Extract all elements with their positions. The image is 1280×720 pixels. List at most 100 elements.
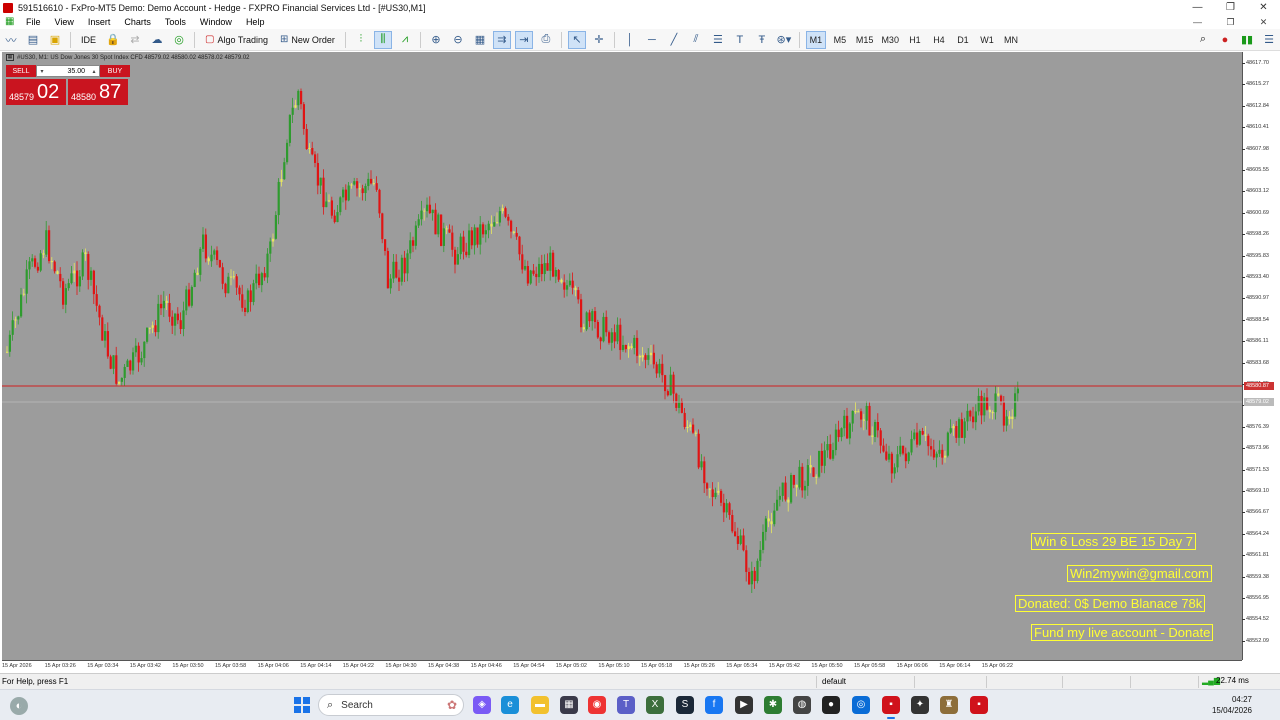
candle-body <box>986 397 989 410</box>
ide-button[interactable]: IDE <box>77 31 100 49</box>
vertical-line-icon[interactable]: │ <box>621 31 639 49</box>
volume-value[interactable]: 35.00 <box>47 68 89 75</box>
candlestick-plot[interactable] <box>2 52 1242 660</box>
price-tick-label: 48576.39 <box>1242 424 1280 431</box>
browser-app-icon[interactable]: ◎ <box>852 696 870 714</box>
timeframe-w1[interactable]: W1 <box>977 31 997 49</box>
donated-note[interactable]: Donated: 0$ Demo Blanace 78k <box>1015 595 1206 612</box>
notifications-icon[interactable]: ● <box>1216 31 1234 49</box>
chart-menu-icon[interactable]: ▦ <box>5 17 15 27</box>
volume-up-icon[interactable]: ▴ <box>89 68 99 75</box>
close-button[interactable]: ✕ <box>1247 2 1280 13</box>
camera-app-icon[interactable]: ◍ <box>793 696 811 714</box>
buy-button[interactable]: BUY <box>100 65 130 77</box>
grid-icon[interactable]: ▦ <box>471 31 489 49</box>
file-explorer-icon[interactable]: ▬ <box>531 696 549 714</box>
equidistant-channel-icon[interactable]: ⫽ <box>687 31 705 49</box>
menu-insert[interactable]: Insert <box>81 17 118 27</box>
shapes-menu-icon[interactable]: ⊛▾ <box>775 31 793 49</box>
menu-file[interactable]: File <box>19 17 48 27</box>
media-app-icon[interactable]: ▶ <box>735 696 753 714</box>
fund-account-note[interactable]: Fund my live account - Donate <box>1031 624 1214 641</box>
chart-restore-button[interactable]: ❐ <box>1214 17 1247 28</box>
menu-help[interactable]: Help <box>239 17 272 27</box>
volume-input[interactable]: ▾ 35.00 ▴ <box>36 65 100 77</box>
line-chart-icon[interactable]: ⩘ <box>396 31 414 49</box>
teams-icon[interactable]: T <box>617 696 635 714</box>
menu-window[interactable]: Window <box>193 17 239 27</box>
menu-tools[interactable]: Tools <box>158 17 193 27</box>
time-scale[interactable]: 15 Apr 2026 15 Apr 03:26 15 Apr 03:34 15 Ap… <box>2 660 1242 673</box>
algo-trading-button[interactable]: ▢ Algo Trading <box>201 31 272 49</box>
excel-icon[interactable]: X <box>646 696 664 714</box>
copilot-icon[interactable]: ◈ <box>473 696 491 714</box>
sell-price-box[interactable]: 48579 02 <box>6 79 66 105</box>
volume-down-icon[interactable]: ▾ <box>37 68 47 75</box>
store-icon[interactable]: ▦ <box>560 696 578 714</box>
chart-type-icon[interactable]: 〰 <box>2 31 20 49</box>
minimize-button[interactable]: — <box>1181 2 1214 13</box>
screenshot-icon[interactable]: ⎙ <box>537 31 555 49</box>
signal-strength-icon[interactable]: ▮▮ <box>1238 31 1256 49</box>
fxpro-app-icon[interactable]: ▪ <box>970 696 988 714</box>
email-note[interactable]: Win2mywin@gmail.com <box>1067 565 1212 582</box>
zoom-out-icon[interactable]: ⊖ <box>449 31 467 49</box>
timeframe-m30[interactable]: M30 <box>879 31 901 49</box>
trend-line-icon[interactable]: ╱ <box>665 31 683 49</box>
sell-button[interactable]: SELL <box>6 65 36 77</box>
auto-scroll-icon[interactable]: ⇉ <box>492 30 511 49</box>
stats-note[interactable]: Win 6 Loss 29 BE 15 Day 7 <box>1031 533 1196 550</box>
price-scale[interactable]: 48617.70 48615.27 48612.84 48610.41 48607.98… <box>1242 52 1280 660</box>
spider-app-icon[interactable]: ✱ <box>764 696 782 714</box>
fibonacci-icon[interactable]: ☰ <box>709 31 727 49</box>
bar-chart-icon[interactable]: ⫶ <box>352 31 370 49</box>
menu-view[interactable]: View <box>48 17 81 27</box>
mt5-taskbar-icon[interactable]: ▪ <box>882 696 900 719</box>
candlestick-chart-icon[interactable]: ⫼ <box>373 30 392 49</box>
timeframe-m5[interactable]: M5 <box>830 31 850 49</box>
edge-icon[interactable]: e <box>501 696 519 714</box>
connection-status[interactable]: ▂▄▆ 22.74 ms <box>1202 676 1249 685</box>
cursor-icon[interactable]: ↖ <box>567 30 586 49</box>
zoom-in-icon[interactable]: ⊕ <box>427 31 445 49</box>
timeframe-h4[interactable]: H4 <box>929 31 949 49</box>
start-button[interactable] <box>294 697 310 713</box>
chart-window-icon[interactable]: ▦ <box>6 54 14 61</box>
buy-price-box[interactable]: 48580 87 <box>68 79 128 105</box>
game-app-icon[interactable]: ♜ <box>940 696 958 714</box>
chart-close-button[interactable]: ✕ <box>1247 17 1280 28</box>
new-order-button[interactable]: ⊞ New Order <box>276 31 339 49</box>
cloud-icon[interactable]: ☁ <box>148 31 166 49</box>
search-icon[interactable]: ⌕ <box>1194 31 1212 49</box>
weather-widget-icon[interactable]: ◐ <box>10 697 28 715</box>
templates-icon[interactable]: ▤ <box>24 31 42 49</box>
chart-minimize-button[interactable]: — <box>1181 17 1214 28</box>
lock-icon[interactable]: 🔒 <box>104 31 122 49</box>
timeframe-d1[interactable]: D1 <box>953 31 973 49</box>
menu-charts[interactable]: Charts <box>117 17 158 27</box>
signals-icon[interactable]: ◎ <box>170 31 188 49</box>
text-label-icon[interactable]: Ŧ <box>753 31 771 49</box>
steam-icon[interactable]: S <box>676 696 694 714</box>
crosshair-icon[interactable]: ✛ <box>590 31 608 49</box>
profiles-icon[interactable]: ▣ <box>46 31 64 49</box>
facebook-icon[interactable]: f <box>705 696 723 714</box>
depth-of-market-icon[interactable]: ⇄ <box>126 31 144 49</box>
app-icon[interactable]: ✦ <box>911 696 929 714</box>
horizontal-line-icon[interactable]: ─ <box>643 31 661 49</box>
timeframe-h1[interactable]: H1 <box>905 31 925 49</box>
timeframe-m15[interactable]: M15 <box>854 31 876 49</box>
chrome-icon[interactable]: ◉ <box>588 696 606 714</box>
timeframe-mn[interactable]: MN <box>1001 31 1021 49</box>
restore-button[interactable]: ❐ <box>1214 2 1247 13</box>
candle-body <box>689 424 692 427</box>
system-clock[interactable]: 04:27 15/04/2026 <box>1204 694 1252 716</box>
text-icon[interactable]: T <box>731 31 749 49</box>
price-chart[interactable]: ▦ #US30, M1: US Dow Jones 30 Spot Index … <box>2 52 1242 660</box>
community-icon[interactable]: ☰ <box>1260 31 1278 49</box>
obs-icon[interactable]: ● <box>822 696 840 714</box>
chart-shift-icon[interactable]: ⇥ <box>514 30 533 49</box>
candle-body <box>8 334 11 352</box>
taskbar-search[interactable]: ⌕ Search ✿ <box>318 694 464 716</box>
timeframe-m1[interactable]: M1 <box>805 30 826 49</box>
